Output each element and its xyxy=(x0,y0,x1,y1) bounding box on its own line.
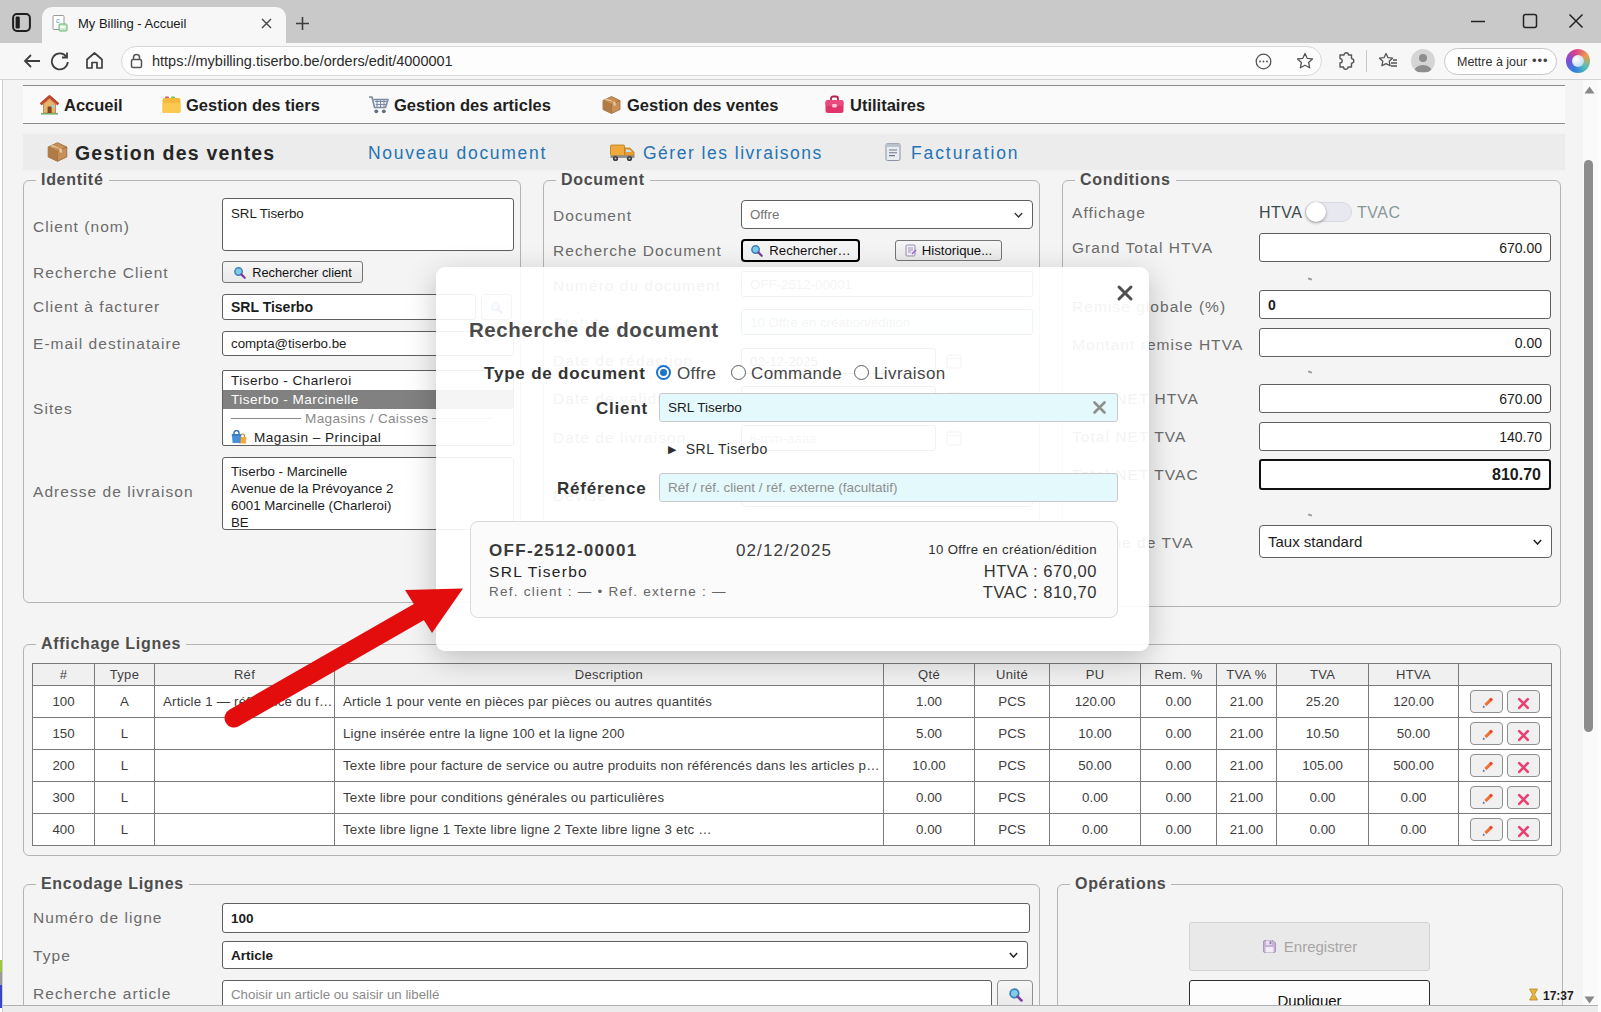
svg-text:c: c xyxy=(56,17,60,24)
